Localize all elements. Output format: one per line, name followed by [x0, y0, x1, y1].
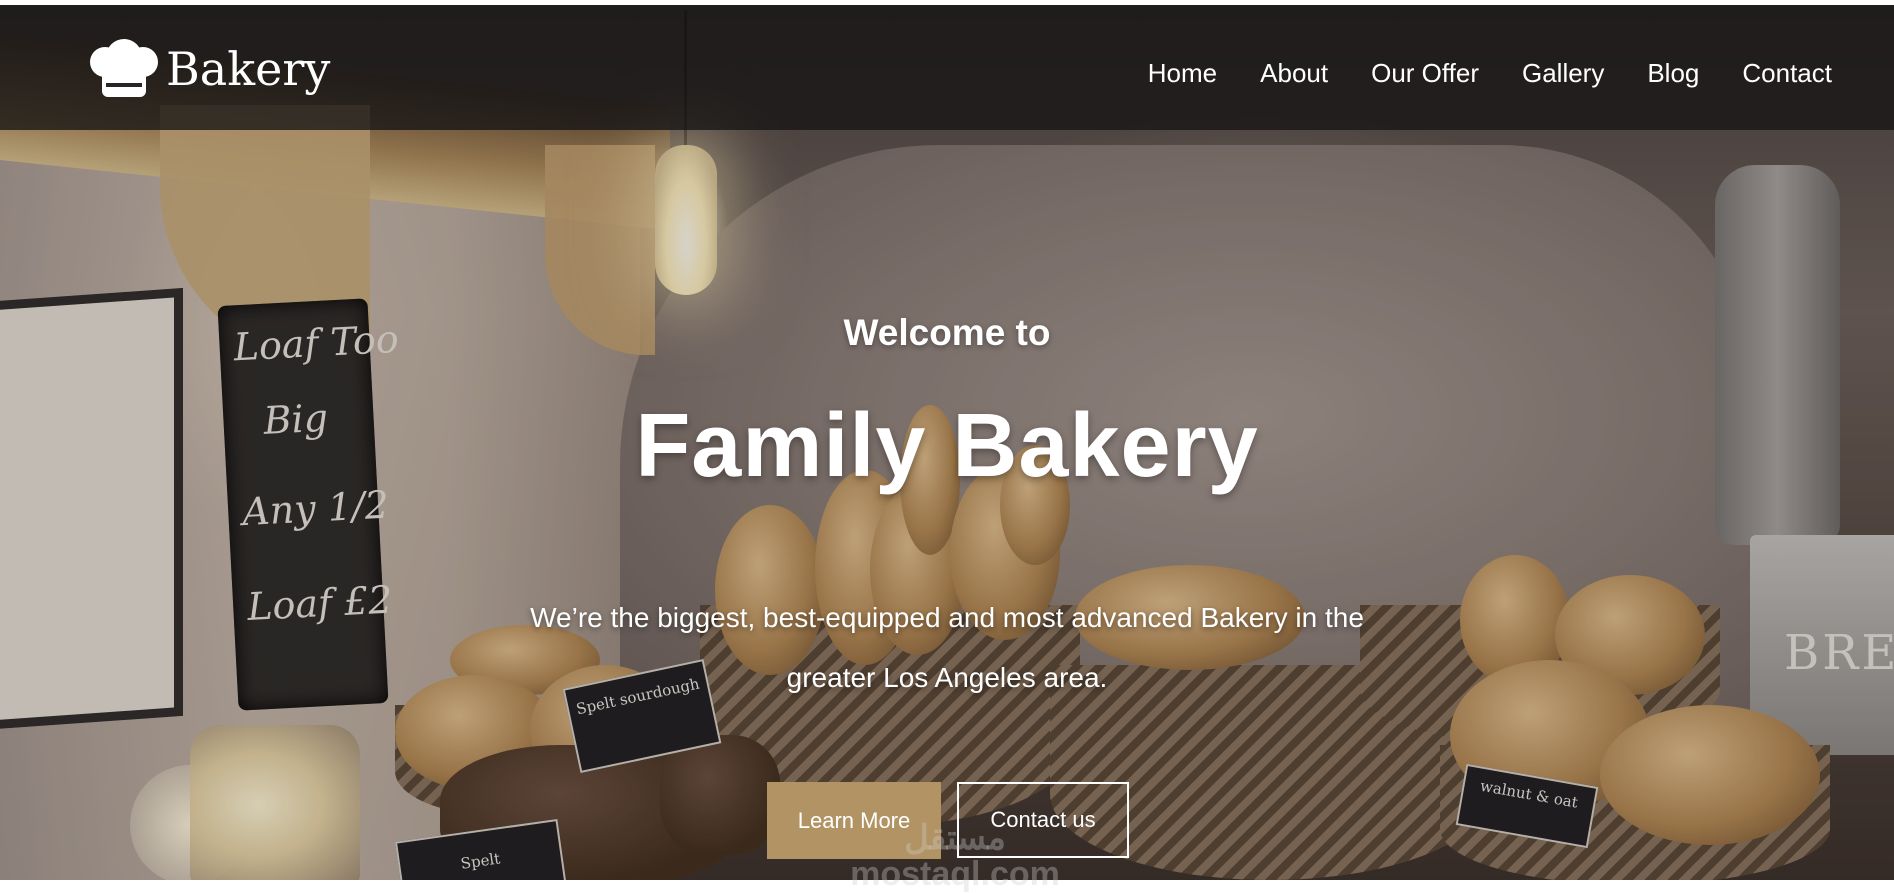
nav-contact[interactable]: Contact — [1742, 53, 1832, 93]
chef-hat-icon — [90, 39, 158, 99]
watermark-latin: mostaql.com — [850, 855, 1060, 893]
hero-welcome: Welcome to — [843, 312, 1051, 353]
top-navbar: Bakery Home About Our Offer Gallery Blog… — [0, 5, 1894, 130]
brand-logo[interactable]: Bakery — [90, 38, 330, 100]
watermark: مستقل mostaql.com — [840, 820, 1070, 892]
nav-our-offer[interactable]: Our Offer — [1371, 53, 1479, 93]
nav-home[interactable]: Home — [1148, 53, 1217, 93]
nav-gallery[interactable]: Gallery — [1522, 53, 1604, 93]
main-nav: Home About Our Offer Gallery Blog Contac… — [1148, 53, 1832, 93]
nav-about[interactable]: About — [1260, 53, 1328, 93]
watermark-arabic: مستقل — [904, 819, 1006, 857]
hero-title: Family Bakery — [635, 396, 1259, 496]
brand-name: Bakery — [166, 42, 331, 96]
hero-description: We’re the biggest, best-equipped and mos… — [530, 602, 1364, 693]
nav-blog[interactable]: Blog — [1647, 53, 1699, 93]
